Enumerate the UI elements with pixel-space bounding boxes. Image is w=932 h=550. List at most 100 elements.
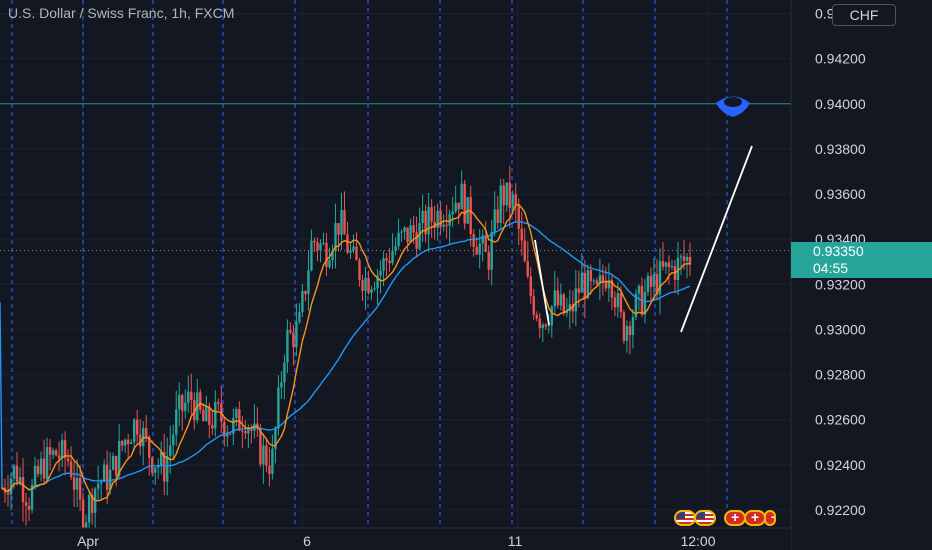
time-axis[interactable]: Apr 6 11 12:00 xyxy=(0,527,791,550)
time-tick-label: 12:00 xyxy=(680,533,715,549)
candle-body xyxy=(505,182,508,206)
candle-body xyxy=(87,495,91,523)
candle-body xyxy=(496,209,499,223)
candle-body xyxy=(229,433,232,435)
candle-body xyxy=(105,464,109,490)
candle-body xyxy=(478,243,481,255)
candle-body xyxy=(42,458,46,479)
candle-body xyxy=(57,455,61,459)
candle-body xyxy=(637,285,641,294)
candle-body xyxy=(457,202,460,210)
us-flag-icon[interactable] xyxy=(694,510,716,526)
candle-body xyxy=(421,210,424,224)
candle-body xyxy=(199,392,202,410)
price-tick-label: 0.92800 xyxy=(815,367,866,383)
candle-body xyxy=(217,402,220,404)
candle-body xyxy=(343,210,346,235)
candle-body xyxy=(15,465,19,483)
candle-body xyxy=(325,242,328,267)
candle-body xyxy=(298,311,301,323)
candle-body xyxy=(310,240,313,271)
swiss-flag-icon[interactable] xyxy=(724,510,746,526)
candle-body xyxy=(589,270,593,282)
candle-body xyxy=(583,273,587,299)
candle-body xyxy=(400,231,403,233)
candle-body xyxy=(391,250,394,264)
candle-body xyxy=(451,211,454,215)
candle-body xyxy=(181,394,184,411)
candles xyxy=(0,165,692,550)
candle-body xyxy=(169,445,172,456)
candle-body xyxy=(358,260,361,281)
candle-body xyxy=(175,409,178,435)
candle-body xyxy=(631,317,635,336)
candle-body xyxy=(54,450,58,456)
candle-body xyxy=(114,456,118,476)
time-axis-panel xyxy=(0,528,791,550)
candle-body xyxy=(349,250,352,253)
swiss-flag-icon[interactable] xyxy=(744,510,766,526)
candle-body xyxy=(39,458,43,475)
candle-body xyxy=(526,261,529,277)
candle-body xyxy=(508,182,511,208)
candle-body xyxy=(205,406,208,422)
economic-events[interactable] xyxy=(674,510,776,526)
candle-body xyxy=(190,391,193,400)
candle-body xyxy=(535,314,538,319)
candle-body xyxy=(520,228,523,241)
candle-body xyxy=(96,483,100,489)
candle-body xyxy=(154,467,157,473)
time-tick-label: Apr xyxy=(77,533,99,549)
candle-body xyxy=(244,431,247,434)
bar-countdown: 04:55 xyxy=(813,260,849,276)
candle-body xyxy=(304,290,307,295)
candle-body xyxy=(241,430,244,432)
candle-body xyxy=(316,242,319,251)
fast-moving-average-line xyxy=(1,203,691,502)
currency-label[interactable]: CHF xyxy=(832,4,896,26)
candle-body xyxy=(235,409,238,418)
candle-body xyxy=(313,240,316,243)
candle-body xyxy=(619,293,623,313)
candle-body xyxy=(337,223,340,235)
candle-body xyxy=(211,424,214,429)
candle-body xyxy=(550,306,553,326)
candle-body xyxy=(36,465,40,475)
candle-body xyxy=(544,324,547,327)
candle-body xyxy=(99,481,103,484)
candle-body xyxy=(135,419,139,435)
candle-body xyxy=(562,294,566,314)
candle-body xyxy=(652,274,656,287)
candle-body xyxy=(238,409,241,431)
candle-body xyxy=(75,477,79,490)
price-tick-label: 0.92600 xyxy=(815,412,866,428)
candle-body xyxy=(178,394,181,410)
candle-body xyxy=(72,477,76,490)
candle-body xyxy=(27,505,31,510)
candle-body xyxy=(120,440,124,446)
chart-pane[interactable]: 0.944000.942000.940000.938000.936000.934… xyxy=(0,0,932,550)
drawings[interactable] xyxy=(0,96,791,333)
candle-body xyxy=(622,312,626,341)
candle-body xyxy=(682,256,686,262)
candle-body xyxy=(649,275,653,287)
candle-body xyxy=(45,447,49,479)
candle-body xyxy=(385,258,388,261)
price-tick-label: 0.92200 xyxy=(815,502,866,518)
candle-body xyxy=(607,279,611,289)
price-tick-label: 0.94000 xyxy=(815,96,866,112)
candle-body xyxy=(592,280,596,282)
chart-title: U.S. Dollar / Swiss Franc, 1h, FXCM xyxy=(8,5,235,21)
candle-body xyxy=(111,456,115,470)
candle-body xyxy=(202,409,205,422)
candle-body xyxy=(247,429,250,434)
candle-body xyxy=(33,465,37,485)
swiss-flag-icon[interactable] xyxy=(764,510,776,526)
us-flag-icon[interactable] xyxy=(674,510,696,526)
candle-body xyxy=(460,183,463,210)
candle-body xyxy=(319,243,322,251)
price-tick-label: 0.93000 xyxy=(815,321,866,337)
candle-body xyxy=(502,185,505,206)
candle-body xyxy=(370,289,373,294)
candle-body xyxy=(403,227,406,232)
